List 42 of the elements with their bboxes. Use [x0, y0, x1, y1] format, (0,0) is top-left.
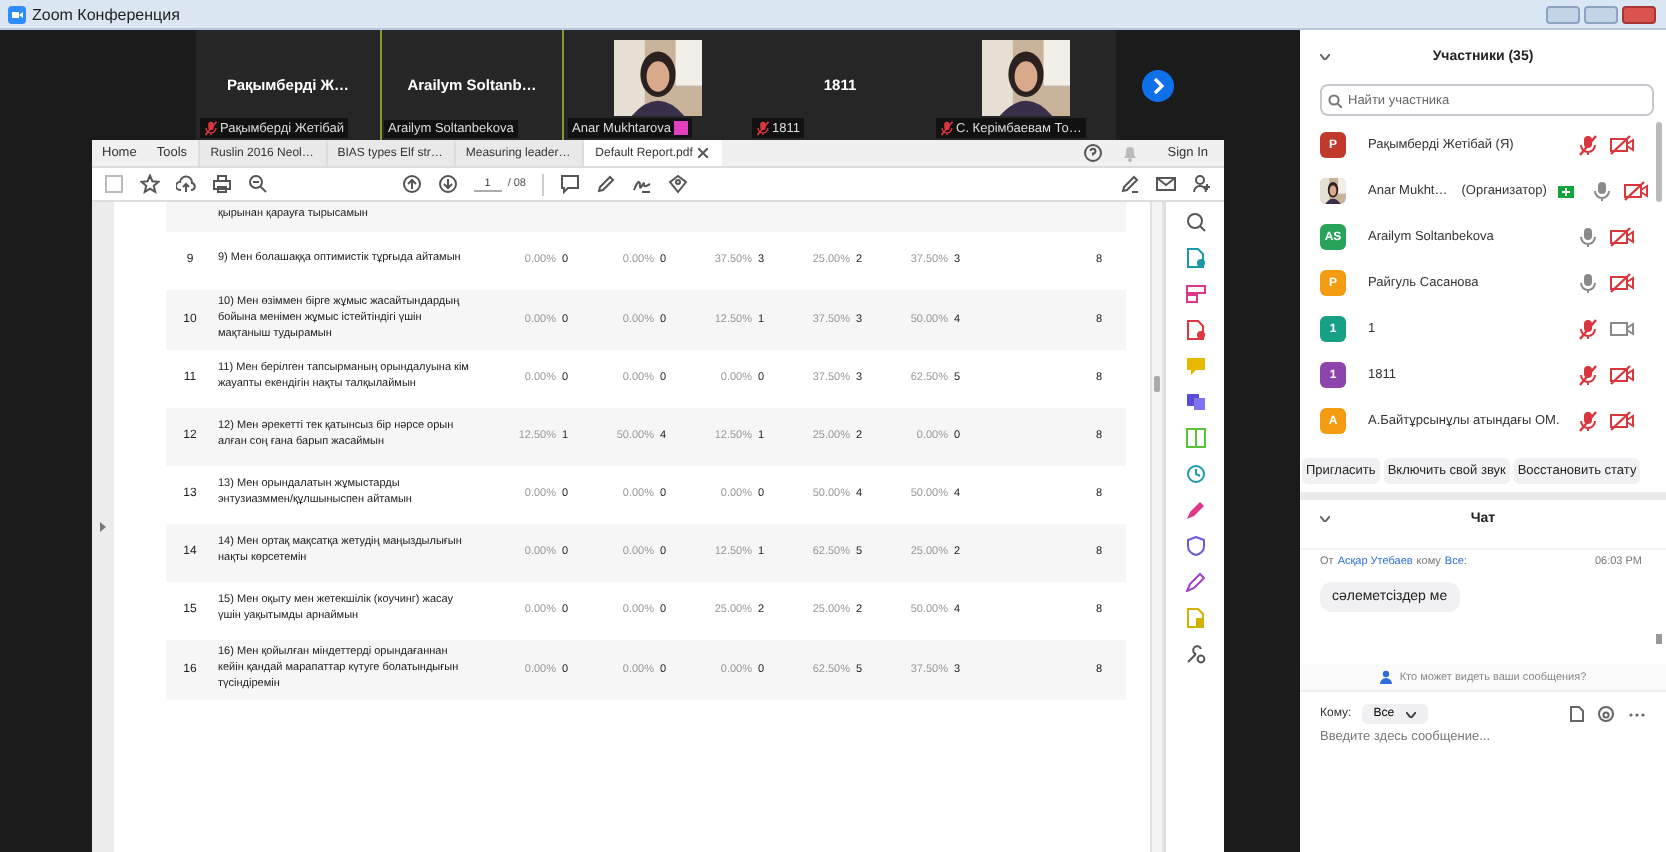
cloud-upload-icon[interactable] [176, 174, 196, 194]
help-icon[interactable] [1083, 144, 1102, 162]
file-icon[interactable] [1570, 706, 1584, 722]
clock-icon[interactable] [1185, 464, 1205, 484]
shield-icon[interactable] [1185, 536, 1205, 556]
scrollbar-thumb[interactable] [1656, 122, 1662, 202]
expand-arrow-icon[interactable] [100, 522, 106, 532]
user-icon [1379, 670, 1394, 684]
muted-mic-icon [940, 120, 954, 136]
mail-icon[interactable] [1156, 174, 1176, 194]
camera-icon [8, 5, 26, 23]
pen-icon[interactable] [596, 174, 616, 194]
muted-mic-icon [204, 120, 218, 136]
document-icon[interactable] [1185, 320, 1205, 340]
pen-share-icon[interactable] [1120, 174, 1140, 194]
document-icon[interactable] [1185, 248, 1205, 268]
page-down-icon[interactable] [437, 174, 458, 194]
search-icon [1328, 93, 1342, 107]
caret-icon [1406, 711, 1417, 717]
export-icon[interactable] [1185, 392, 1205, 412]
emoji-icon[interactable] [1598, 706, 1614, 722]
collapse-icon[interactable] [1320, 516, 1330, 522]
close-button[interactable] [1622, 5, 1656, 23]
more-icon[interactable] [1628, 711, 1646, 717]
printer-icon[interactable] [212, 174, 232, 194]
add-user-icon[interactable] [1192, 174, 1212, 194]
pen-icon[interactable] [1185, 572, 1205, 592]
pen-icon[interactable] [1185, 500, 1205, 520]
wrench-icon[interactable] [1185, 644, 1205, 664]
stamp-icon[interactable] [668, 174, 688, 194]
page-up-icon[interactable] [401, 174, 422, 194]
comment-icon[interactable] [560, 174, 580, 194]
star-icon[interactable] [140, 174, 160, 194]
zoom-icon[interactable] [1185, 212, 1205, 232]
muted-mic-icon [756, 120, 770, 136]
collapse-icon[interactable] [1320, 54, 1330, 60]
layout-icon[interactable] [1185, 284, 1205, 304]
scrollbar-thumb[interactable] [1656, 634, 1662, 644]
window-title: Zoom Конференция [32, 5, 180, 23]
close-icon [698, 148, 709, 158]
scrollbar-thumb[interactable] [1154, 376, 1160, 392]
zoom-out-icon[interactable] [248, 174, 268, 194]
